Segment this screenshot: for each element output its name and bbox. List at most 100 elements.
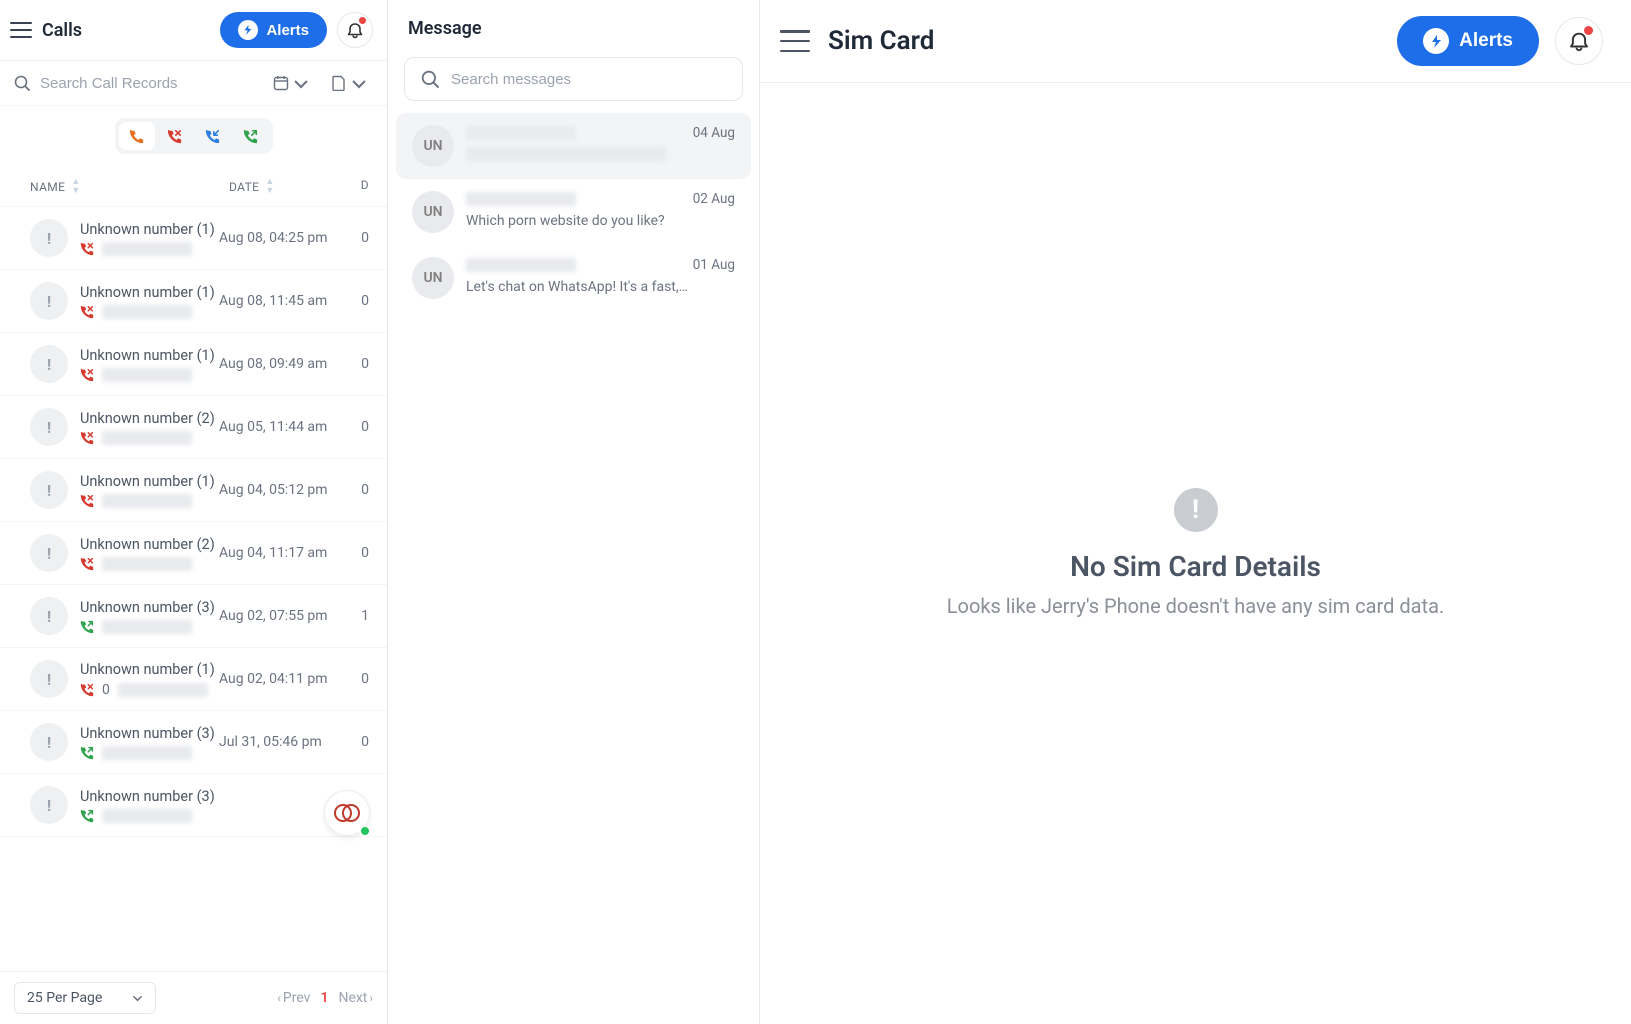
per-page-label: 25 Per Page <box>27 990 102 1006</box>
avatar: ! <box>30 660 68 698</box>
call-type-icon <box>80 620 94 634</box>
sim-panel: Sim Card Alerts ! No Sim Card Details Lo… <box>760 0 1631 1024</box>
call-type-icon <box>80 242 94 256</box>
notifications-button[interactable] <box>1555 17 1603 65</box>
call-duration: 0 <box>349 734 369 750</box>
col-d: D <box>349 178 369 196</box>
call-name: Unknown number (1) <box>80 284 219 301</box>
call-type-icon <box>80 557 94 571</box>
redacted-number <box>102 305 192 319</box>
call-row[interactable]: ! Unknown number (1) Aug 08, 04:25 pm 0 <box>0 207 387 270</box>
filter-missed-calls[interactable] <box>157 122 193 150</box>
menu-icon[interactable] <box>780 30 810 52</box>
alerts-button[interactable]: Alerts <box>220 12 327 48</box>
call-duration: 0 <box>349 419 369 435</box>
message-item[interactable]: UN 01 Aug Let's chat on WhatsApp! It's a… <box>396 245 751 311</box>
redacted-number <box>102 746 192 760</box>
messages-list: UN 04 Aug UN 02 Aug Which porn website d… <box>388 113 759 311</box>
avatar: ! <box>30 471 68 509</box>
sim-empty-state: ! No Sim Card Details Looks like Jerry's… <box>760 83 1631 1024</box>
message-date: 04 Aug <box>693 125 735 141</box>
call-name: Unknown number (3) <box>80 788 219 805</box>
redacted-number <box>102 620 192 634</box>
avatar: UN <box>412 257 454 299</box>
search-icon <box>421 70 439 88</box>
redacted-sender <box>466 258 576 272</box>
call-date: Aug 02, 04:11 pm <box>219 671 349 687</box>
search-input[interactable] <box>40 75 257 92</box>
call-duration: 0 <box>349 545 369 561</box>
call-name: Unknown number (1) <box>80 473 219 490</box>
call-type-icon <box>80 431 94 445</box>
call-name: Unknown number (1) <box>80 221 219 238</box>
message-item[interactable]: UN 02 Aug Which porn website do you like… <box>396 179 751 245</box>
date-filter-button[interactable] <box>267 71 315 95</box>
call-row[interactable]: ! Unknown number (1) Aug 08, 11:45 am 0 <box>0 270 387 333</box>
call-date: Aug 02, 07:55 pm <box>219 608 349 624</box>
call-row[interactable]: ! Unknown number (2) Aug 04, 11:17 am 0 <box>0 522 387 585</box>
alerts-button[interactable]: Alerts <box>1397 16 1539 66</box>
next-page-button[interactable]: Next › <box>338 990 373 1006</box>
call-type-icon <box>80 683 94 697</box>
per-page-select[interactable]: 25 Per Page <box>14 982 156 1014</box>
bolt-icon <box>238 20 258 40</box>
call-row[interactable]: ! Unknown number (3) Jul 31, 05:46 pm 0 <box>0 711 387 774</box>
empty-subtitle: Looks like Jerry's Phone doesn't have an… <box>947 593 1444 620</box>
call-row[interactable]: ! Unknown number (3) Aug 02, 07:55 pm 1 <box>0 585 387 648</box>
col-name[interactable]: NAME▲▼ <box>30 178 229 196</box>
messages-search-input[interactable] <box>451 71 726 88</box>
calls-search-bar <box>0 61 387 106</box>
calls-panel: Calls Alerts <box>0 0 388 1024</box>
filter-outgoing-calls[interactable] <box>233 122 269 150</box>
avatar: UN <box>412 191 454 233</box>
call-type-icon <box>80 305 94 319</box>
avatar: ! <box>30 723 68 761</box>
call-row[interactable]: ! Unknown number (2) Aug 05, 11:44 am 0 <box>0 396 387 459</box>
call-type-icon <box>80 746 94 760</box>
prev-page-button[interactable]: ‹ Prev <box>277 990 310 1006</box>
avatar: UN <box>412 125 454 167</box>
redacted-number <box>102 368 192 382</box>
call-date: Aug 08, 09:49 am <box>219 356 349 372</box>
call-row[interactable]: ! Unknown number (1) 0 Aug 02, 04:11 pm … <box>0 648 387 711</box>
call-type-icon <box>80 809 94 823</box>
call-date: Aug 05, 11:44 am <box>219 419 349 435</box>
messages-search[interactable] <box>404 57 743 101</box>
call-name: Unknown number (1) <box>80 347 219 364</box>
col-date[interactable]: DATE▲▼ <box>229 178 349 196</box>
call-duration: 0 <box>349 482 369 498</box>
alert-icon: ! <box>1174 488 1218 532</box>
notifications-button[interactable] <box>337 12 373 48</box>
avatar: ! <box>30 282 68 320</box>
redacted-preview <box>466 147 666 161</box>
message-preview: Let's chat on WhatsApp! It's a fast,… <box>466 279 735 295</box>
redacted-number <box>102 557 192 571</box>
current-page: 1 <box>320 990 328 1006</box>
export-button[interactable] <box>325 71 373 95</box>
call-type-icon <box>80 368 94 382</box>
chevron-down-icon <box>351 75 367 91</box>
call-date: Aug 08, 04:25 pm <box>219 230 349 246</box>
search-icon <box>14 75 30 91</box>
redacted-sender <box>466 126 576 140</box>
call-name: Unknown number (1) <box>80 661 219 678</box>
filter-all-calls[interactable] <box>119 122 155 150</box>
call-row[interactable]: ! Unknown number (1) Aug 08, 09:49 am 0 <box>0 333 387 396</box>
call-type-icon <box>80 494 94 508</box>
message-date: 02 Aug <box>693 191 735 207</box>
call-date: Aug 08, 11:45 am <box>219 293 349 309</box>
filter-incoming-calls[interactable] <box>195 122 231 150</box>
menu-icon[interactable] <box>10 22 32 38</box>
call-duration: 0 <box>349 671 369 687</box>
recording-badge[interactable] <box>324 790 370 836</box>
message-item[interactable]: UN 04 Aug <box>396 113 751 179</box>
call-duration: 1 <box>349 608 369 624</box>
document-icon <box>331 75 347 91</box>
call-row[interactable]: ! Unknown number (1) Aug 04, 05:12 pm 0 <box>0 459 387 522</box>
chevron-down-icon <box>293 75 309 91</box>
chevron-down-icon <box>132 993 143 1002</box>
calls-list: ! Unknown number (1) Aug 08, 04:25 pm 0 … <box>0 207 387 971</box>
messages-title: Message <box>388 6 759 57</box>
call-duration: 0 <box>349 293 369 309</box>
calls-header: Calls Alerts <box>0 0 387 61</box>
